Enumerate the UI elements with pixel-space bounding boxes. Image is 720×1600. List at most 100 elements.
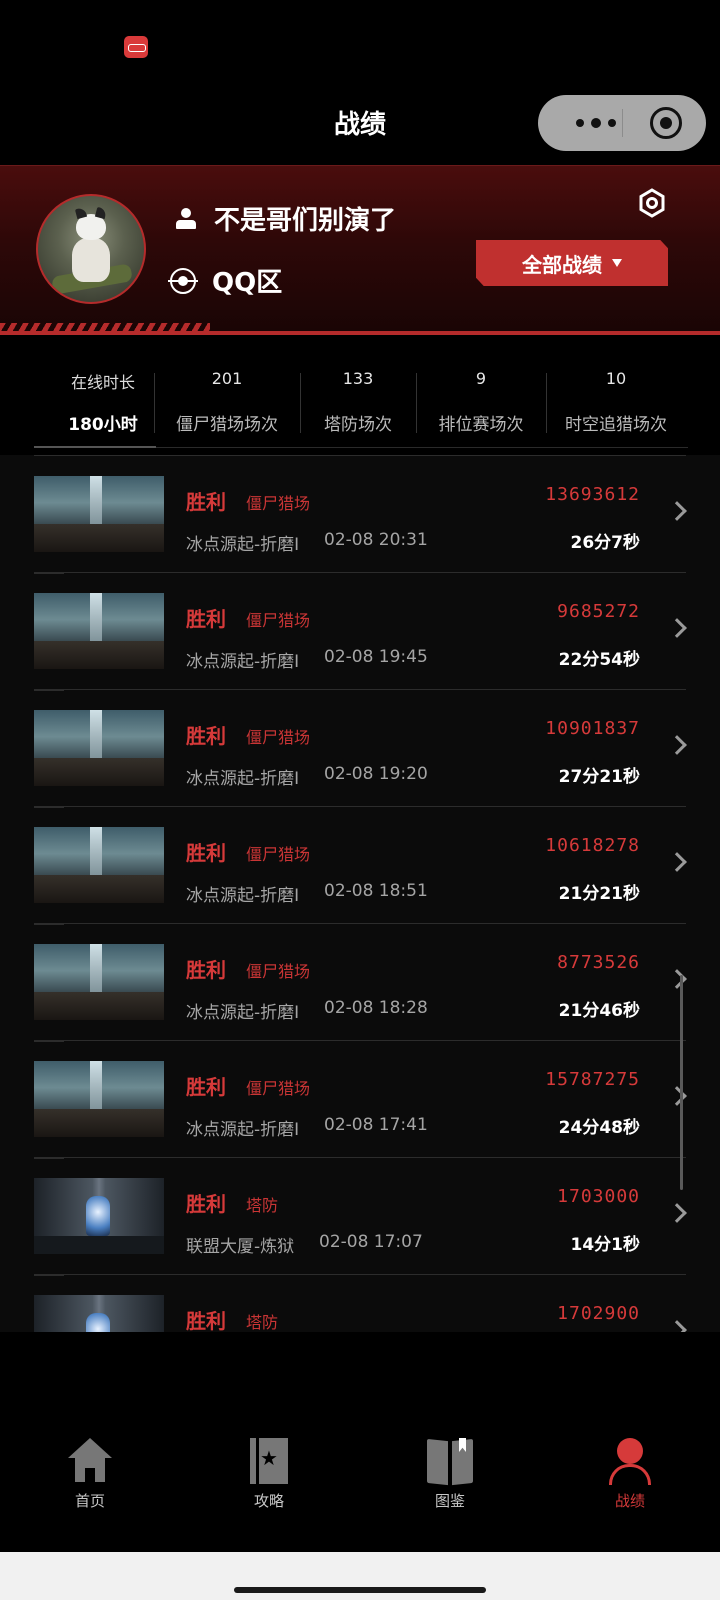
game-mode: 僵尸猎场 (246, 494, 311, 513)
stat-spacetime-hunt: 10 时空追猎场次 (546, 369, 686, 435)
miniprogram-capsule (538, 95, 706, 151)
profile-zone: QQ区 (212, 268, 283, 298)
match-record-list[interactable]: 胜利 僵尸猎场 冰点源起-折磨I 02-08 20:31 13693612 26… (0, 455, 720, 1332)
open-book-icon (427, 1438, 473, 1484)
stat-ranked: 9 排位赛场次 (416, 369, 546, 435)
profile-name-row: 不是哥们别演了 (172, 200, 396, 237)
hexagon-settings-icon[interactable] (638, 188, 666, 218)
tab-guide[interactable]: 攻略 (219, 1438, 319, 1511)
chevron-right-icon (667, 1086, 687, 1106)
match-datetime: 02-08 18:51 (324, 881, 428, 901)
system-nav-area (0, 1552, 720, 1600)
person-icon (176, 207, 196, 230)
tab-label: 图鉴 (434, 1492, 465, 1510)
map-name: 冰点源起-折磨I (186, 1003, 300, 1023)
stat-value: 9 (475, 369, 487, 388)
match-datetime: 02-08 17:07 (319, 1232, 423, 1252)
match-record-item[interactable]: 胜利 僵尸猎场 冰点源起-折磨I 02-08 19:20 10901837 27… (34, 689, 687, 808)
map-name: 冰点源起-折磨I (186, 652, 300, 672)
match-record-item[interactable]: 胜利 僵尸猎场 冰点源起-折磨I 02-08 19:45 9685272 22分… (34, 572, 687, 691)
match-datetime: 02-08 17:41 (324, 1115, 428, 1135)
game-mode: 僵尸猎场 (246, 845, 311, 864)
stat-zombie-hunt: 201 僵尸猎场场次 (154, 369, 300, 435)
status-bar (0, 0, 720, 90)
home-icon (67, 1438, 113, 1484)
match-duration: 22分54秒 (558, 650, 640, 670)
match-duration: 24分48秒 (558, 1118, 640, 1138)
avatar[interactable] (36, 194, 146, 304)
match-result: 胜利 (186, 1192, 226, 1216)
profile-header: 不是哥们别演了 QQ区 全部战绩 (0, 165, 720, 335)
stats-summary: 在线时长 180小时 201 僵尸猎场场次 133 塔防场次 9 排位赛场次 1… (0, 335, 720, 455)
tab-codex[interactable]: 图鉴 (400, 1438, 500, 1511)
more-options-icon[interactable] (566, 109, 626, 137)
match-score: 8773526 (557, 952, 640, 973)
map-name: 冰点源起-折磨I (186, 535, 300, 555)
match-datetime: 02-08 19:45 (324, 647, 428, 667)
stat-value: 133 (342, 369, 374, 388)
guide-book-icon (246, 1438, 292, 1484)
game-mode: 僵尸猎场 (246, 611, 311, 630)
chevron-right-icon (667, 618, 687, 638)
stat-value: 180小时 (68, 415, 138, 435)
stat-tower-defense: 133 塔防场次 (300, 369, 416, 435)
match-record-item[interactable]: 胜利 塔防 1702900 (34, 1274, 687, 1332)
bottom-tab-bar: 首页 攻略 图鉴 战绩 (0, 1400, 720, 1552)
capsule-divider (622, 109, 623, 137)
match-record-item[interactable]: 胜利 僵尸猎场 冰点源起-折磨I 02-08 18:51 10618278 21… (34, 806, 687, 925)
chevron-right-icon (667, 501, 687, 521)
match-result: 胜利 (186, 841, 226, 865)
match-record-item[interactable]: 胜利 僵尸猎场 冰点源起-折磨I 02-08 20:31 13693612 26… (34, 455, 687, 574)
close-miniprogram-icon[interactable] (650, 107, 682, 139)
match-duration: 21分46秒 (558, 1001, 640, 1021)
app-notification-icon (124, 36, 148, 58)
map-thumbnail (34, 1295, 164, 1332)
match-record-item[interactable]: 胜利 塔防 联盟大厦-炼狱 02-08 17:07 1703000 14分1秒 (34, 1157, 687, 1276)
tab-label: 战绩 (614, 1492, 645, 1510)
match-result: 胜利 (186, 1309, 226, 1332)
home-indicator[interactable] (234, 1587, 486, 1593)
map-thumbnail (34, 827, 164, 903)
stat-label: 在线时长 (70, 373, 135, 392)
filter-button-label: 全部战绩 (522, 252, 602, 277)
match-record-item[interactable]: 胜利 僵尸猎场 冰点源起-折磨I 02-08 18:28 8773526 21分… (34, 923, 687, 1042)
stat-online-time: 在线时长 180小时 (52, 369, 154, 435)
filter-all-records-button[interactable]: 全部战绩 (476, 240, 668, 286)
map-name: 联盟大厦-炼狱 (186, 1237, 295, 1257)
map-name: 冰点源起-折磨I (186, 769, 300, 789)
map-thumbnail (34, 1061, 164, 1137)
tab-label: 攻略 (253, 1492, 284, 1510)
scrollbar[interactable] (680, 975, 683, 1190)
match-result: 胜利 (186, 490, 226, 514)
match-score: 1703000 (557, 1186, 640, 1207)
game-mode: 僵尸猎场 (246, 962, 311, 981)
match-score: 9685272 (557, 601, 640, 622)
map-thumbnail (34, 944, 164, 1020)
chevron-right-icon (667, 735, 687, 755)
match-record-item[interactable]: 胜利 僵尸猎场 冰点源起-折磨I 02-08 17:41 15787275 24… (34, 1040, 687, 1159)
match-duration: 26分7秒 (570, 533, 641, 553)
match-result: 胜利 (186, 1075, 226, 1099)
decorative-stripes (0, 323, 210, 331)
game-mode: 僵尸猎场 (246, 728, 311, 747)
match-score: 10901837 (545, 718, 640, 739)
chevron-right-icon (667, 1320, 687, 1332)
match-datetime: 02-08 19:20 (324, 764, 428, 784)
map-thumbnail (34, 476, 164, 552)
tab-label: 首页 (74, 1492, 105, 1510)
game-mode: 塔防 (246, 1313, 279, 1332)
match-duration: 21分21秒 (558, 884, 640, 904)
match-duration: 14分1秒 (570, 1235, 641, 1255)
profile-zone-row: QQ区 (168, 262, 283, 299)
game-mode: 僵尸猎场 (246, 1079, 311, 1098)
match-score: 10618278 (545, 835, 640, 856)
match-datetime: 02-08 18:28 (324, 998, 428, 1018)
stat-label: 塔防场次 (324, 415, 392, 435)
stat-label: 僵尸猎场场次 (176, 415, 278, 435)
stat-label: 时空追猎场次 (565, 415, 667, 435)
stat-label: 排位赛场次 (438, 415, 524, 435)
tab-home[interactable]: 首页 (40, 1438, 140, 1511)
match-score: 1702900 (557, 1303, 640, 1324)
match-result: 胜利 (186, 607, 226, 631)
tab-records[interactable]: 战绩 (580, 1438, 680, 1511)
